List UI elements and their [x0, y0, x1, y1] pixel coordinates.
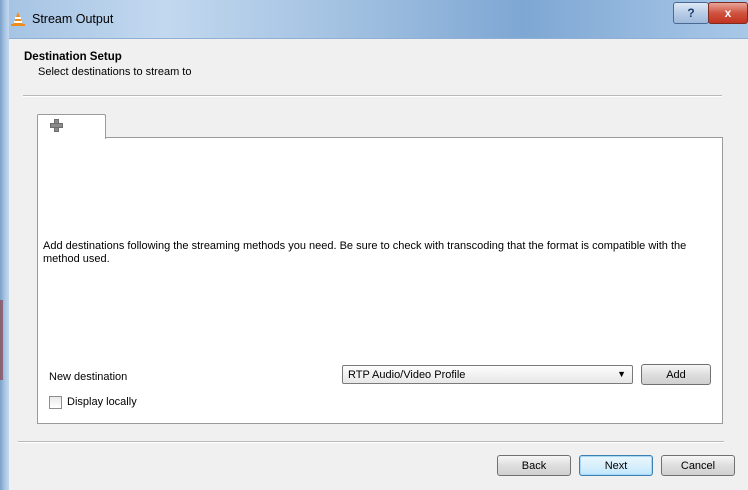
new-destination-label: New destination: [49, 371, 128, 383]
display-locally-label: Display locally: [67, 396, 137, 408]
next-button[interactable]: Next: [579, 455, 653, 476]
page-subtitle: Select destinations to stream to: [38, 66, 192, 78]
destination-select-value: RTP Audio/Video Profile: [348, 369, 466, 381]
window-left-frame: [0, 0, 9, 490]
back-button[interactable]: Back: [497, 455, 571, 476]
help-button[interactable]: ?: [673, 2, 709, 24]
vlc-cone-icon: [11, 12, 25, 26]
tab-add-destination[interactable]: [37, 114, 106, 139]
display-locally-checkbox[interactable]: [49, 396, 62, 409]
destination-pane: Add destinations following the streaming…: [37, 137, 723, 424]
destination-select[interactable]: RTP Audio/Video Profile ▼: [342, 365, 633, 384]
cancel-button[interactable]: Cancel: [661, 455, 735, 476]
destination-description: Add destinations following the streaming…: [43, 240, 687, 265]
window-title: Stream Output: [32, 12, 114, 26]
dialog-client-area: Destination Setup Select destinations to…: [9, 39, 748, 490]
add-button[interactable]: Add: [641, 364, 711, 385]
dropdown-arrow-icon: ▼: [617, 369, 626, 379]
header-divider: [23, 95, 722, 97]
close-button[interactable]: x: [708, 2, 748, 24]
title-bar: Stream Output ? x: [0, 0, 748, 39]
page-title: Destination Setup: [24, 51, 122, 63]
footer-divider: [18, 441, 724, 443]
plus-icon: [50, 119, 63, 132]
stream-output-window: Stream Output ? x Destination Setup Sele…: [0, 0, 748, 490]
